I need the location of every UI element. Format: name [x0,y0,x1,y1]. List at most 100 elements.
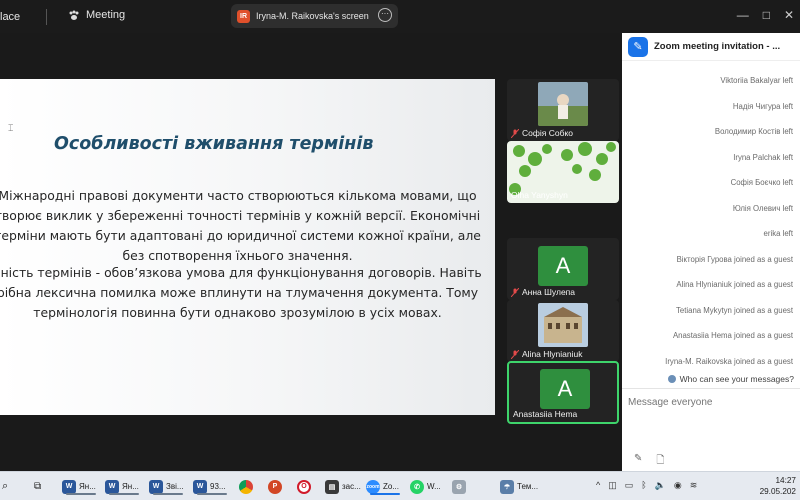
windows-taskbar: ⌕ ⧉ W Ян... W Ян... W Зві... W 93... P O ▤ за… [0,471,800,500]
participant-photo [538,82,588,126]
chat-title: Zoom meeting invitation - ... [654,41,781,52]
share-label: Iryna-M. Raikovska's screen [256,11,369,21]
taskbar-label: зас... [342,482,361,491]
wifi-icon[interactable]: ≋ [690,480,698,491]
zoom-window: lace Meeting IR Iryna-M. Raikovska's scr… [0,0,800,500]
meeting-stage: ⌶ Особливості вживання термінів Міжнарод… [0,33,622,450]
system-message: Софія Боєчко left [730,178,793,187]
sharer-badge: IR [237,9,250,23]
participant-name: Анна Шулепа [522,287,576,297]
chat-panel: — □ ✕ ✎ Zoom meeting invitation - ... Vi… [622,0,800,471]
taskbar-word-2[interactable]: W Ян... [105,477,139,496]
minimize-icon[interactable]: — [737,8,749,22]
word-icon: W [193,479,207,494]
taskbar-label: Ян... [122,482,139,491]
system-message: Iryna-M. Raikovska joined as a guest [665,357,793,366]
opera-icon[interactable]: O [297,477,311,496]
participant-avatar: A [538,246,588,286]
file-icon[interactable]: 🗋 [656,453,664,470]
system-message: Надія Чигура left [732,102,793,111]
search-icon[interactable]: ⌕ [2,477,8,496]
maximize-icon[interactable]: □ [763,8,770,22]
system-message: Iryna Palchak left [733,153,793,162]
clock-date: 29.05.202 [759,487,796,496]
taskbar-word-4[interactable]: W 93... [193,477,227,496]
battery-icon[interactable]: ▭ [625,480,634,491]
divider [622,388,800,389]
more-options-icon[interactable]: ··· [378,8,392,22]
word-icon: W [149,479,163,494]
task-view-icon[interactable]: ⧉ [34,477,41,496]
screen-share-indicator[interactable]: IR Iryna-M. Raikovska's screen ··· [231,4,398,28]
participant-photo [538,303,588,347]
chat-toolbar: ✎ 🗋 [634,453,664,470]
taskbar-zoom[interactable]: zoom Zo... [366,477,400,496]
mic-muted-icon [511,287,519,297]
who-can-see-link[interactable]: Who can see your messages? [667,374,794,384]
taskbar-whatsapp[interactable]: ✆ W... [410,477,441,496]
settings-icon[interactable]: ⚙ [452,477,466,496]
shared-slide: ⌶ Особливості вживання термінів Міжнарод… [0,79,495,415]
top-bar: lace Meeting IR Iryna-M. Raikovska's scr… [0,0,622,33]
slide-title: Особливості вживання термінів [54,134,374,154]
taskbar-label: Зві... [166,482,184,491]
workplace-label: lace [0,11,21,23]
taskbar-label: Тем... [517,482,539,491]
taskbar-word-1[interactable]: W Ян... [62,477,96,496]
taskbar-label: W... [427,482,441,491]
participant-name: Anastasiia Hema [513,409,578,419]
participant-avatar: A [540,369,590,409]
participant-name: Софія Собко [522,128,573,138]
participant-tile[interactable]: A Анна Шулепа [507,238,619,300]
system-message: Юлія Олевич left [732,204,793,213]
chevron-up-icon[interactable]: ^ [596,480,600,491]
powerpoint-icon[interactable]: P [268,477,282,496]
clock-time: 14:27 [775,476,797,485]
network-icon[interactable]: ◫ [608,480,617,491]
participant-name: Alina Hlynianiuk [522,349,583,359]
taskbar-word-3[interactable]: W Зві... [149,477,184,496]
participant-tile-active-speaker[interactable]: A Anastasiia Hema [507,361,619,424]
paw-icon [69,10,79,20]
participant-name: Olha Yanyshyn [511,190,568,200]
system-message: Viktoriia Bakalyar left [720,76,793,85]
chrome-icon[interactable] [239,477,253,496]
meeting-label: Meeting [86,9,126,21]
system-message: Alina Hlynianiuk joined as a guest [676,280,793,289]
slide-line: творює виклик у збереженні точності терм… [0,208,481,223]
participant-tile[interactable]: Olha Yanyshyn [507,141,619,203]
system-message: erika left [763,229,793,238]
slide-paragraph-2: чність термінів - обов’язкова умова для … [0,263,485,323]
chat-edit-icon: ✎ [628,36,648,57]
taskbar-weather[interactable]: ☂ Тем... [500,477,538,496]
slide-line: термінологія повинна бути однаково зрозу… [33,305,442,320]
meeting-tab[interactable]: Meeting [68,9,125,21]
system-message: Tetiana Mykytyn joined as a guest [675,306,793,315]
slide-paragraph-1: Міжнародні правові документи часто створ… [0,186,485,266]
format-icon[interactable]: ✎ [634,453,642,470]
clock[interactable]: 14:27 29.05.202 [760,475,796,497]
people-icon [667,375,676,383]
slide-line: Міжнародні правові документи часто створ… [0,188,477,203]
window-controls: — □ ✕ [622,0,800,33]
slide-line: терміни мають бути адаптовані до юридичн… [0,228,481,243]
slide-line: чність термінів - обов’язкова умова для … [0,265,482,280]
taskbar-label: Zo... [383,482,400,491]
zoom-tray-icon[interactable]: ◉ [674,480,682,491]
bluetooth-icon[interactable]: ᛒ [641,480,646,491]
divider [46,9,47,25]
participant-tile[interactable]: Софія Собко [507,79,619,141]
slide-line: рібна лексична помилка може вплинути на … [0,285,479,300]
close-icon[interactable]: ✕ [784,8,794,22]
system-message: Володимир Костів left [714,127,793,136]
system-message: Вікторія Гурова joined as a guest [676,255,793,264]
volume-icon[interactable]: 🔈 [655,480,666,491]
taskbar-explorer[interactable]: ▤ зас... [325,477,361,496]
message-input[interactable] [628,397,794,408]
participant-tile[interactable]: Alina Hlynianiuk [507,300,619,362]
taskbar-label: Ян... [79,482,96,491]
system-message: Anastasiia Hema joined as a guest [672,331,793,340]
system-tray: ^ ◫ ▭ ᛒ 🔈 ◉ ≋ [596,480,697,491]
chat-header[interactable]: ✎ Zoom meeting invitation - ... [622,33,800,61]
mouse-cursor-icon: ⌶ [8,123,14,133]
